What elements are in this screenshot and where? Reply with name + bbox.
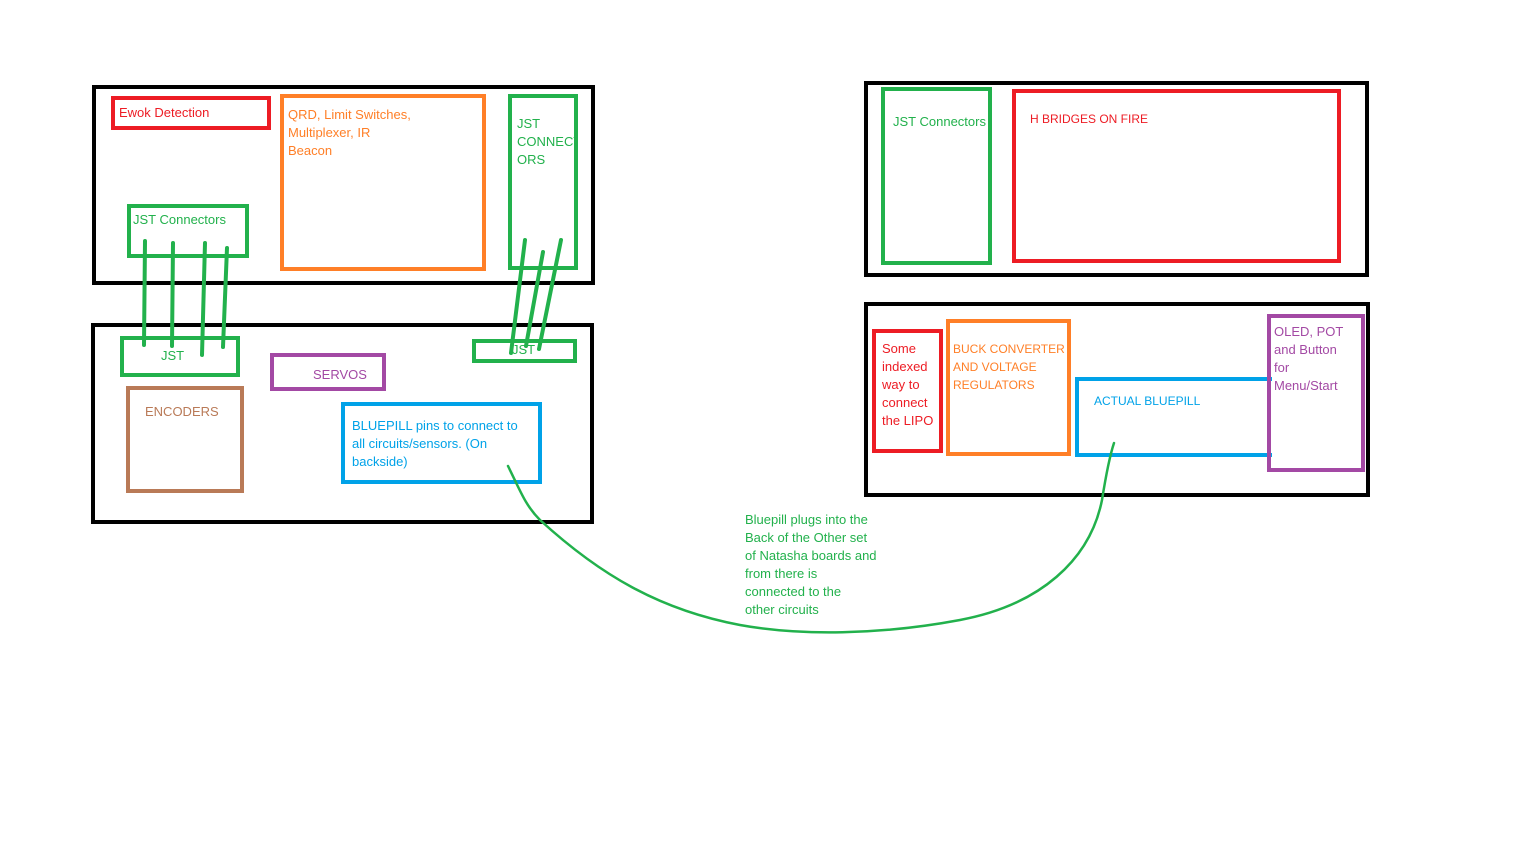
wire (142, 239, 147, 347)
wire (509, 238, 527, 355)
wire (221, 246, 229, 349)
bluepill-link-wire (506, 441, 1116, 634)
wire (200, 241, 207, 357)
wire (170, 241, 175, 348)
connection-wires (142, 238, 1116, 634)
